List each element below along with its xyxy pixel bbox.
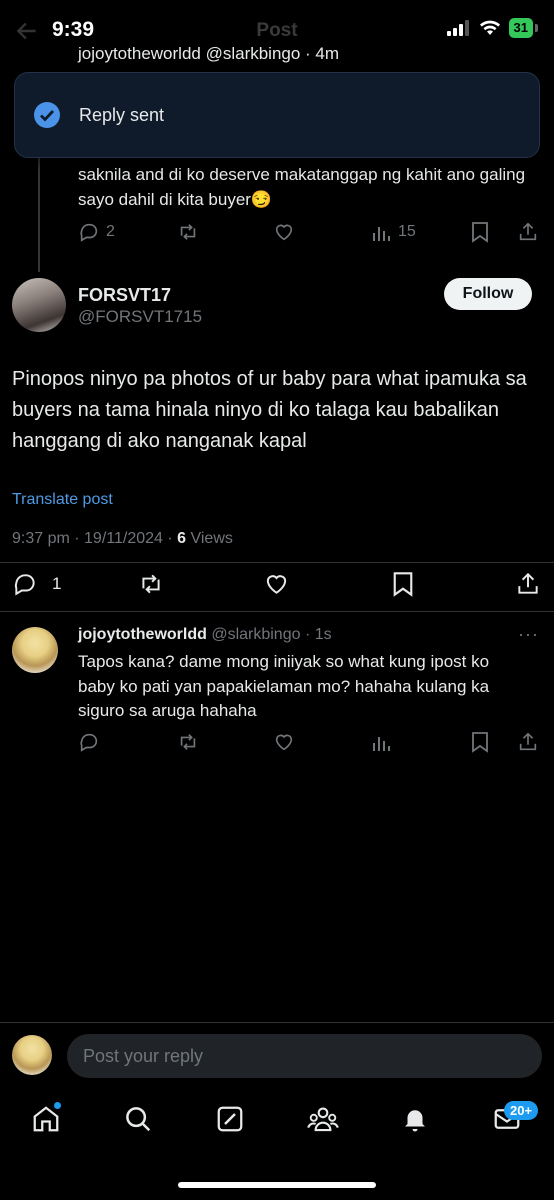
like-button[interactable] (263, 571, 290, 597)
post-timestamp: 9:37 pm · 19/11/2024 · (12, 530, 178, 547)
composer-avatar (12, 1035, 52, 1075)
author-handle[interactable]: @FORSVT1715 (78, 307, 202, 327)
divider (0, 611, 554, 612)
previous-like-button[interactable] (273, 221, 295, 243)
reply-bookmark-button[interactable] (470, 731, 490, 753)
battery-icon (535, 24, 538, 32)
search-icon (126, 1107, 151, 1132)
share-icon (518, 572, 538, 594)
battery-level: 31 (508, 18, 533, 38)
avatar[interactable] (12, 278, 66, 332)
post-meta: 9:37 pm · 19/11/2024 · 6 Views (12, 530, 233, 548)
notifications-icon (405, 1110, 425, 1132)
reply-views-button[interactable] (372, 731, 392, 753)
home-indicator[interactable] (178, 1182, 376, 1188)
repost-icon (180, 734, 196, 750)
repost-icon (180, 224, 196, 240)
post-text: Pinopos ninyo pa photos of ur baby para … (12, 368, 527, 452)
bookmark-icon (472, 222, 488, 243)
previous-reply-button[interactable]: 2 (78, 221, 115, 243)
views-label: Views (186, 530, 233, 547)
messages-badge: 20+ (504, 1101, 539, 1120)
toast-text: Reply sent (79, 104, 165, 125)
bookmark-icon (393, 572, 413, 597)
previous-post-header: jojoytotheworldd @slarkbingo · 4m (78, 44, 340, 63)
reply-button[interactable]: 1 (12, 571, 61, 597)
heart-icon (275, 224, 293, 241)
share-button[interactable] (515, 571, 541, 597)
status-indicators: 31 (446, 18, 538, 38)
previous-post-text: saknila and di ko deserve makatanggap ng… (78, 165, 526, 209)
reply-text: Tapos kana? dame mong iniiyak so what ku… (78, 652, 490, 720)
previous-views-count: 15 (398, 223, 416, 240)
views-count: 6 (177, 530, 187, 547)
reply-author-name[interactable]: jojoytotheworldd (78, 626, 207, 643)
reply-avatar[interactable] (12, 627, 58, 673)
divider (0, 562, 554, 563)
bookmark-button[interactable] (391, 571, 415, 597)
bookmark-icon (472, 732, 488, 753)
views-icon (373, 737, 390, 751)
communities-icon (307, 1107, 339, 1132)
reply-icon (14, 574, 35, 596)
signal-icon (446, 20, 469, 36)
wifi-icon (479, 20, 500, 35)
back-arrow-icon[interactable] (14, 18, 40, 44)
reply-reply-button[interactable] (78, 731, 100, 753)
reply-sent-toast: Reply sent (14, 72, 540, 158)
previous-repost-button[interactable] (176, 221, 200, 243)
follow-button[interactable]: Follow (444, 278, 532, 310)
previous-views-button[interactable]: 15 (372, 221, 416, 243)
heart-icon (266, 575, 287, 594)
previous-bookmark-button[interactable] (470, 221, 490, 243)
home-unread-dot (54, 1102, 61, 1109)
divider (0, 1022, 554, 1023)
more-options-icon[interactable]: ··· (518, 624, 539, 645)
share-icon (519, 222, 537, 241)
previous-reply-count: 2 (106, 223, 115, 240)
reply-author-handle[interactable]: @slarkbingo · 1s (207, 626, 331, 643)
reply-header: jojoytotheworldd @slarkbingo · 1s (78, 626, 332, 644)
reply-like-button[interactable] (273, 731, 295, 753)
translate-post-link[interactable]: Translate post (12, 491, 113, 509)
nav-notifications[interactable] (400, 1104, 430, 1134)
author-name[interactable]: FORSVT17 (78, 285, 171, 306)
repost-button[interactable] (137, 571, 165, 597)
share-icon (519, 732, 537, 751)
grok-icon (217, 1106, 243, 1132)
check-circle-icon (34, 102, 60, 128)
repost-icon (142, 574, 160, 594)
previous-share-button[interactable] (517, 221, 539, 243)
reply-input[interactable]: Post your reply (67, 1034, 542, 1078)
reply-share-button[interactable] (517, 731, 539, 753)
reply-icon (80, 733, 98, 752)
views-icon (373, 227, 390, 241)
nav-communities[interactable] (307, 1104, 339, 1134)
reply-icon (80, 223, 98, 242)
reply-count: 1 (52, 574, 62, 593)
nav-grok[interactable] (215, 1104, 245, 1134)
nav-search[interactable] (123, 1104, 153, 1134)
reply-repost-button[interactable] (176, 731, 200, 753)
heart-icon (275, 734, 293, 751)
